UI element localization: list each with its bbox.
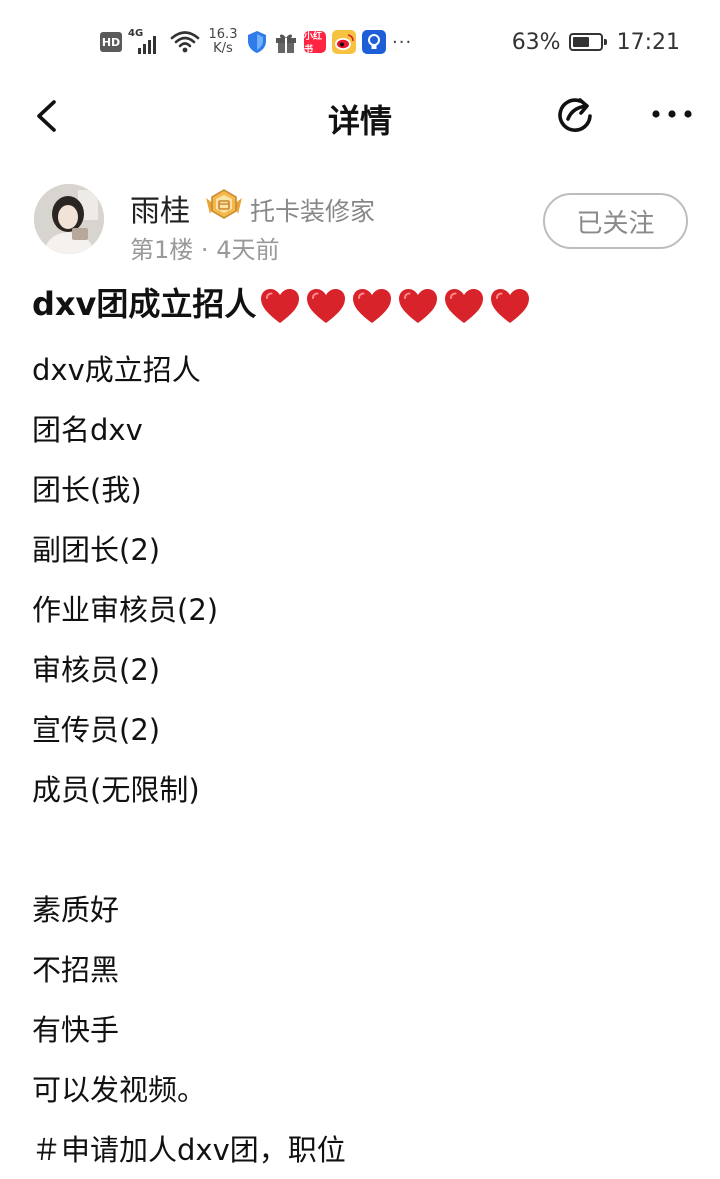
xiaohongshu-icon: 小红书 (304, 31, 326, 55)
shield-icon (248, 31, 266, 53)
heart-icon (491, 289, 530, 323)
status-bar-left: HD 4G 16.3 K/s 小红书 ··· (100, 24, 412, 60)
nav-bar: 详情 (0, 84, 720, 150)
post-line: 作业审核员(2) (32, 593, 219, 627)
clock: 17:21 (616, 29, 680, 55)
post-line: 宣传员(2) (32, 713, 161, 747)
status-bar: HD 4G 16.3 K/s 小红书 ··· 63% 17:21 (0, 0, 720, 84)
hearts-emoji-group (258, 286, 532, 326)
heart-icon (399, 289, 438, 323)
post-line: 审核员(2) (32, 653, 161, 687)
level-badge-icon (206, 189, 242, 219)
follow-button[interactable]: 已关注 (543, 193, 688, 249)
battery-fill (572, 37, 589, 47)
heart-icon (307, 289, 346, 323)
meta-separator: · (200, 236, 209, 264)
signal-icon: 4G (128, 28, 164, 56)
back-chevron-icon (37, 100, 56, 132)
network-speed: 16.3 K/s (208, 27, 238, 56)
post-title-text: dxv团成立招人 (32, 285, 257, 323)
heart-icon (261, 289, 300, 323)
post-line: 成员(无限制) (32, 773, 200, 807)
share-icon (558, 98, 592, 132)
post-detail-screen: HD 4G 16.3 K/s 小红书 ··· 63% 17:21 详情 雨桂 托… (0, 0, 720, 1179)
author-title: 托卡装修家 (250, 197, 376, 226)
hd-indicator: HD (100, 32, 122, 52)
post-line: 可以发视频。 (32, 1073, 207, 1107)
battery-percent: 63% (511, 29, 561, 55)
avatar[interactable] (34, 184, 104, 254)
heart-icon (353, 289, 392, 323)
post-meta: 第1楼 · 4天前 (130, 230, 279, 265)
post-line: 有快手 (32, 1013, 120, 1047)
more-options-button[interactable] (648, 94, 696, 134)
post-title: dxv团成立招人 (32, 282, 532, 326)
status-bar-right: 63% 17:21 (512, 24, 680, 60)
page-title: 详情 (327, 102, 392, 140)
post-body: dxv成立招人 团名dxv 团长(我) 副团长(2) 作业审核员(2) 审核员(2) 宣传员… (32, 340, 692, 1179)
post-line: ＃申请加人dxv团，职位 (32, 1133, 346, 1167)
back-button[interactable] (26, 94, 70, 138)
post-time: 4天前 (216, 236, 280, 264)
post-line: 副团长(2) (32, 533, 161, 567)
post-line (32, 820, 692, 880)
post-line: dxv成立招人 (32, 353, 201, 387)
battery-icon (568, 33, 607, 51)
share-button[interactable] (552, 92, 598, 138)
more-dots-icon (652, 110, 692, 118)
post-line: 团名dxv (32, 413, 143, 447)
lightbulb-icon (362, 30, 386, 54)
floor-number: 第1楼 (130, 236, 194, 264)
post-line: 素质好 (32, 893, 120, 927)
avatar-image (34, 184, 104, 254)
wifi-icon (170, 31, 200, 53)
more-notifications-icon: ··· (392, 31, 413, 53)
weibo-icon (332, 30, 356, 54)
gift-icon (276, 34, 296, 53)
author-row: 雨桂 托卡装修家 第1楼 · 4天前 已关注 (0, 184, 720, 264)
post-line: 不招黑 (32, 953, 120, 987)
author-name[interactable]: 雨桂 (130, 186, 190, 230)
heart-icon (445, 289, 484, 323)
post-line: 团长(我) (32, 473, 142, 507)
